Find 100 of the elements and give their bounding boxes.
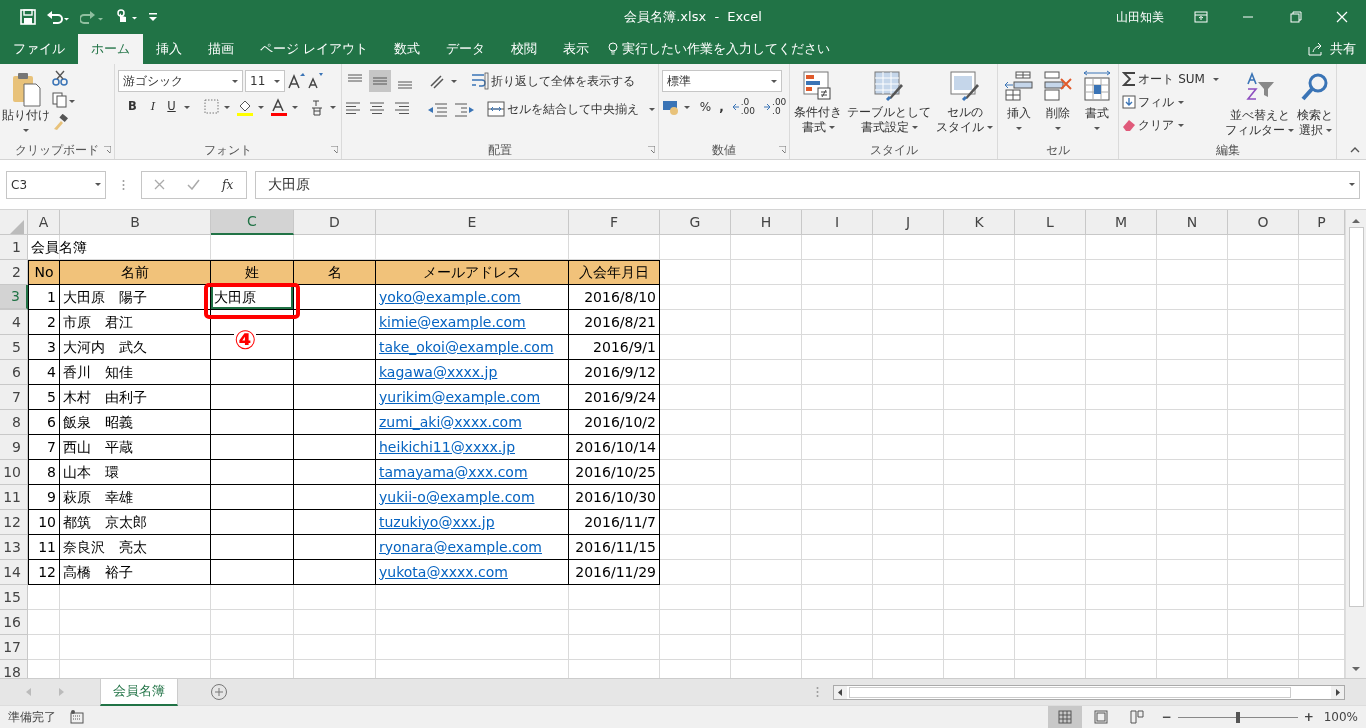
restore-icon[interactable]	[1290, 11, 1302, 23]
caret-icon[interactable]	[770, 79, 777, 83]
zoom-in-button[interactable]: +	[1303, 708, 1314, 726]
copy-icon[interactable]	[52, 92, 76, 108]
email-link[interactable]: heikichi11@xxxx.jp	[379, 436, 515, 458]
caret-icon[interactable]	[274, 79, 280, 83]
scroll-left-icon[interactable]	[834, 685, 847, 699]
column-header[interactable]: N	[1157, 210, 1228, 235]
row-header[interactable]: 10	[0, 460, 28, 485]
caret-icon[interactable]	[1325, 129, 1332, 132]
cut-icon[interactable]	[52, 70, 68, 86]
row-header[interactable]: 7	[0, 385, 28, 410]
ribbon-tab[interactable]: 描画	[195, 34, 247, 64]
style-button[interactable]: 条件付き 書式	[793, 68, 844, 141]
percent-button[interactable]: %	[699, 98, 712, 116]
autosum-button[interactable]: オート SUM	[1122, 70, 1223, 88]
email-link[interactable]: kimie@example.com	[379, 311, 526, 333]
caret-icon[interactable]	[232, 79, 238, 83]
column-header[interactable]: F	[569, 210, 660, 235]
email-link[interactable]: kagawa@xxxx.jp	[379, 361, 498, 383]
lightbulb-icon[interactable]	[608, 42, 618, 56]
scroll-down-icon[interactable]	[1352, 667, 1360, 672]
row-header[interactable]: 14	[0, 560, 28, 585]
ribbon-tab[interactable]: ファイル	[0, 34, 78, 64]
paste-button[interactable]: 貼り付け	[3, 68, 49, 141]
find-select-button[interactable]: 検索と 選択	[1297, 68, 1334, 141]
increase-decimal-button[interactable]: .0 .00	[731, 98, 756, 116]
caret-icon[interactable]	[183, 105, 190, 109]
share-button[interactable]: 共有	[1330, 39, 1356, 59]
phonetic-guide-icon[interactable]	[309, 98, 338, 116]
ribbon-tab[interactable]: データ	[433, 34, 498, 64]
dialog-launcher-icon[interactable]	[104, 146, 111, 153]
increase-indent-icon[interactable]	[452, 100, 475, 118]
column-header[interactable]: I	[802, 210, 873, 235]
ribbon-display-icon[interactable]	[1194, 11, 1208, 23]
row-header[interactable]: 11	[0, 485, 28, 510]
row-header[interactable]: 3	[0, 285, 28, 310]
column-header[interactable]: G	[660, 210, 731, 235]
zoom-out-button[interactable]: −	[1161, 708, 1172, 726]
row-header[interactable]: 13	[0, 535, 28, 560]
email-link[interactable]: tamayama@xxx.com	[379, 461, 528, 483]
column-header[interactable]: J	[873, 210, 944, 235]
column-header[interactable]: L	[1015, 210, 1086, 235]
caret-icon[interactable]	[911, 126, 918, 129]
ribbon-tab[interactable]: 校閲	[498, 34, 550, 64]
cell-button[interactable]: 挿入	[1001, 68, 1038, 141]
caret-icon[interactable]	[1178, 100, 1185, 104]
ribbon-tab[interactable]: ページ レイアウト	[247, 34, 381, 64]
increase-font-icon[interactable]	[287, 72, 305, 90]
style-button[interactable]: セルの スタイル	[935, 68, 995, 141]
scroll-right-icon[interactable]	[1331, 685, 1344, 699]
new-sheet-icon[interactable]	[210, 683, 228, 701]
row-header[interactable]: 4	[0, 310, 28, 335]
caret-icon[interactable]	[1055, 127, 1062, 130]
accounting-format-icon[interactable]	[661, 98, 692, 116]
column-header[interactable]: K	[944, 210, 1015, 235]
cell-button[interactable]: 書式	[1079, 68, 1116, 141]
more-icon[interactable]	[122, 178, 125, 191]
clear-button[interactable]: クリア	[1122, 116, 1223, 134]
email-link[interactable]: ryonara@example.com	[379, 536, 542, 558]
column-header[interactable]: B	[60, 210, 211, 235]
caret-icon[interactable]	[1094, 127, 1101, 130]
column-header[interactable]: E	[376, 210, 569, 235]
sheet-tab[interactable]: 会員名簿	[100, 678, 178, 706]
email-link[interactable]: yukota@xxxx.com	[379, 561, 508, 583]
row-header[interactable]: 6	[0, 360, 28, 385]
dialog-launcher-icon[interactable]	[647, 146, 655, 153]
comma-button[interactable]: ,	[719, 98, 724, 116]
column-header[interactable]: C	[211, 210, 294, 235]
collapse-ribbon-icon[interactable]	[1350, 147, 1360, 153]
dialog-launcher-icon[interactable]	[330, 146, 338, 153]
horizontal-scrollbar[interactable]	[833, 684, 1345, 700]
number-format-field[interactable]: 標準	[661, 70, 782, 92]
email-link[interactable]: yurikim@example.com	[379, 386, 541, 408]
font-color-icon[interactable]	[269, 98, 298, 116]
align-middle-icon[interactable]	[368, 70, 391, 92]
underline-button[interactable]: U	[165, 98, 178, 116]
row-header[interactable]: 8	[0, 410, 28, 435]
email-link[interactable]: zumi_aki@xxxx.com	[379, 411, 522, 433]
cell-button[interactable]: 削除	[1040, 68, 1077, 141]
italic-button[interactable]: I	[146, 98, 160, 116]
row-header[interactable]: 18	[0, 660, 28, 678]
caret-icon[interactable]	[828, 126, 835, 129]
format-painter-icon[interactable]	[52, 114, 68, 130]
redo-icon[interactable]	[80, 9, 104, 25]
dialog-launcher-icon[interactable]	[779, 146, 787, 153]
close-icon[interactable]	[1336, 11, 1348, 23]
tell-me-field[interactable]: 実行したい作業を入力してください	[622, 39, 830, 59]
caret-icon[interactable]	[1016, 127, 1023, 130]
column-header[interactable]: M	[1086, 210, 1157, 235]
name-box[interactable]: C3	[6, 170, 106, 199]
save-icon[interactable]	[20, 9, 36, 25]
row-header[interactable]: 2	[0, 260, 28, 285]
style-button[interactable]: テーブルとして 書式設定	[846, 68, 933, 141]
email-link[interactable]: take_okoi@example.com	[379, 336, 554, 358]
ribbon-tab[interactable]: 表示	[550, 34, 602, 64]
wrap-text-button[interactable]: 折り返して全体を表示する	[470, 72, 635, 90]
ribbon-tab[interactable]: 数式	[381, 34, 433, 64]
row-header[interactable]: 5	[0, 335, 28, 360]
scroll-up-icon[interactable]	[1352, 218, 1360, 223]
